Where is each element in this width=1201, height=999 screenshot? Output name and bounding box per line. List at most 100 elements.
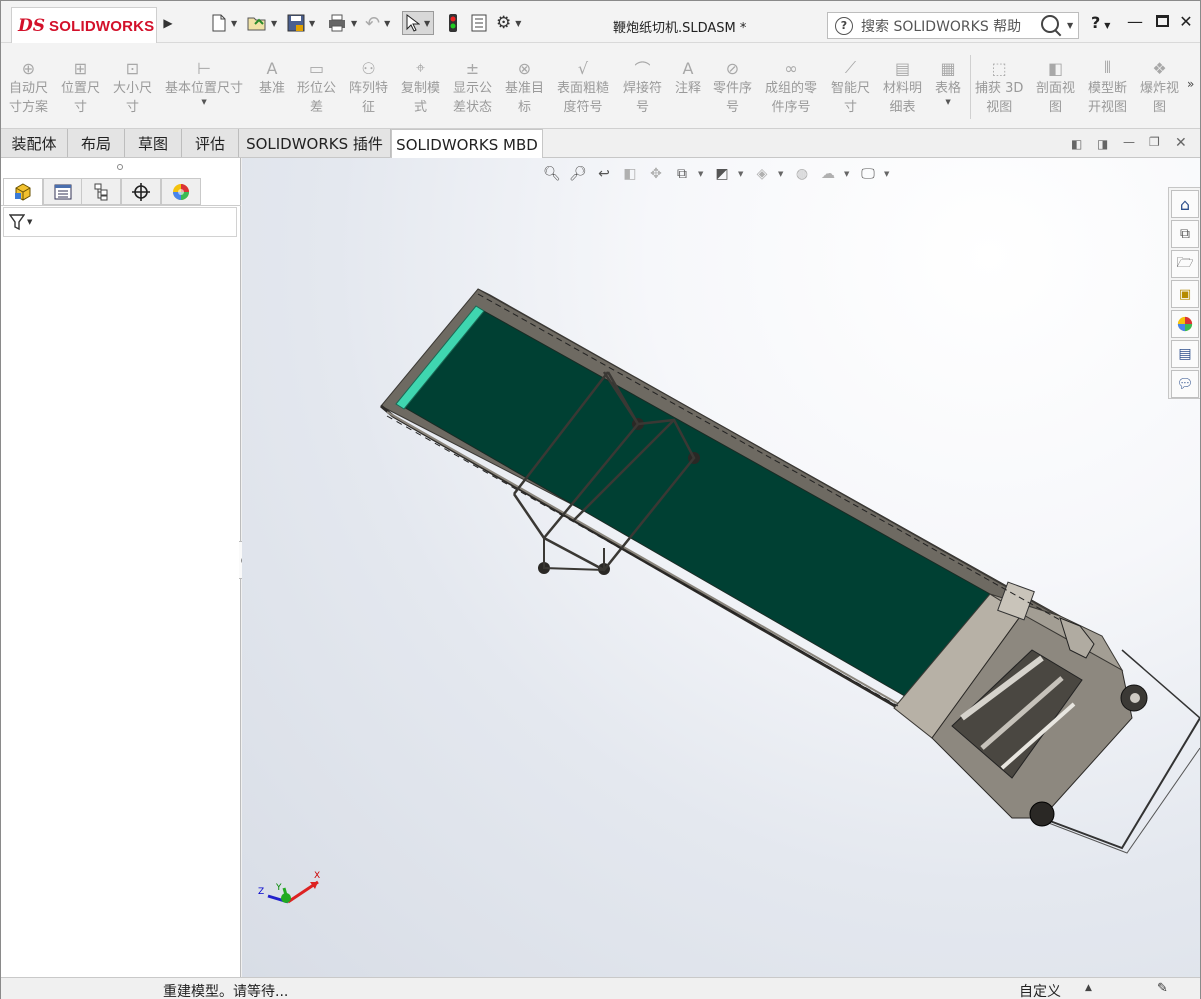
undo-icon: ↶ xyxy=(365,12,381,34)
select-button[interactable]: ▼ xyxy=(402,11,435,35)
ribbon-label: 材料明 细表 xyxy=(883,81,923,115)
location-dimension-button[interactable]: ⊞ 位置尺 寸 xyxy=(61,57,100,117)
panel-collapse-handle[interactable] xyxy=(117,164,123,170)
coordinate-triad: X Z Y xyxy=(258,871,320,904)
ribbon-label: 零件序 号 xyxy=(713,81,753,115)
search-icon[interactable] xyxy=(1039,13,1065,39)
display-manager-tab[interactable] xyxy=(161,178,201,205)
solidworks-resources-tab[interactable]: ⌂ xyxy=(1171,190,1199,218)
doc-restore-icon[interactable]: ❐ xyxy=(1149,135,1160,149)
search-dropdown-icon[interactable]: ▼ xyxy=(1067,21,1073,30)
capture-3d-view-icon: ⬚ xyxy=(991,58,1007,78)
design-library-tab[interactable]: ⧉ xyxy=(1171,220,1199,248)
capture-3d-view-button[interactable]: ⬚ 捕获 3D 视图 xyxy=(975,57,1023,117)
configuration-manager-tab[interactable] xyxy=(81,178,121,205)
help-menu-button[interactable]: ? ▼ xyxy=(1091,13,1110,32)
surface-finish-button[interactable]: √ 表面粗糙 度符号 xyxy=(557,57,609,117)
unit-system-selector[interactable]: 自定义 xyxy=(1019,981,1061,999)
home-icon: ⌂ xyxy=(1179,194,1191,214)
quick-tips-icon[interactable]: ✎ xyxy=(1157,981,1168,996)
maximize-button[interactable] xyxy=(1152,11,1172,31)
tab-assembly[interactable]: 装配体 xyxy=(1,129,68,157)
balloon-button[interactable]: ⊘ 零件序 号 xyxy=(713,57,752,117)
ds-logo-mark: DS xyxy=(18,16,46,36)
ribbon-overflow-icon[interactable]: » xyxy=(1187,77,1194,91)
doc-close-icon[interactable]: ✕ xyxy=(1175,135,1187,151)
pattern-feature-button[interactable]: ⚇ 阵列特 征 xyxy=(349,57,388,117)
feature-filter[interactable]: ▼ xyxy=(3,207,237,237)
note-icon: A xyxy=(682,58,694,78)
geometric-tolerance-icon: ▭ xyxy=(308,58,325,78)
solidworks-window: DS SOLIDWORKS ▶ ▼ ▼ ▼ ▼ ↶ ▼ ▼ ⚙ ▼ 鞭炮纸切机.… xyxy=(0,0,1201,999)
geometric-tolerance-button[interactable]: ▭ 形位公 差 xyxy=(297,57,336,117)
note-button[interactable]: A 注释 xyxy=(675,57,701,98)
bom-button[interactable]: ▤ 材料明 细表 xyxy=(883,57,922,117)
location-dimension-icon: ⊞ xyxy=(73,58,88,78)
doc-minimize-icon[interactable]: — xyxy=(1123,135,1135,149)
ribbon-label: 位置尺 寸 xyxy=(61,81,101,115)
file-properties-button[interactable] xyxy=(471,13,487,33)
view-palette-tab[interactable]: ▣ xyxy=(1171,280,1199,308)
auto-dimension-button[interactable]: ⊕ 自动尺 寸方案 xyxy=(9,57,48,117)
ribbon-label: 智能尺 寸 xyxy=(831,81,871,115)
rebuild-button[interactable] xyxy=(448,13,458,33)
stacked-balloon-button[interactable]: ∞ 成组的零 件序号 xyxy=(765,57,817,117)
appearance-sphere-icon xyxy=(1177,316,1193,332)
datum-button[interactable]: A 基准 xyxy=(259,57,285,98)
save-button[interactable]: ▼ xyxy=(287,13,315,33)
tab-layout[interactable]: 布局 xyxy=(68,129,125,157)
close-button[interactable]: ✕ xyxy=(1176,11,1196,31)
menu-expand-icon[interactable]: ▶ xyxy=(161,14,175,32)
pattern-feature-icon: ⚇ xyxy=(361,58,376,78)
chevron-up-icon[interactable]: ▲ xyxy=(1085,983,1092,993)
new-document-button[interactable]: ▼ xyxy=(211,13,237,33)
smart-dimension-button[interactable]: ⟋ 智能尺 寸 xyxy=(831,57,870,117)
feature-manager-panel: › ▼ xyxy=(1,158,241,977)
gear-icon: ⚙ xyxy=(496,13,512,33)
ribbon-label: 表面粗糙 度符号 xyxy=(557,81,610,115)
model-break-view-button[interactable]: ⫴ 模型断 开视图 xyxy=(1088,57,1127,117)
tile-left-icon[interactable]: ◧ xyxy=(1071,137,1082,151)
options-button[interactable]: ⚙ ▼ xyxy=(496,13,521,33)
tile-right-icon[interactable]: ◨ xyxy=(1097,137,1108,151)
custom-properties-tab[interactable]: ▤ xyxy=(1171,340,1199,368)
ribbon-separator xyxy=(970,55,971,119)
size-dimension-button[interactable]: ⊡ 大小尺 寸 xyxy=(113,57,152,117)
status-bar: 重建模型。请等待... 自定义 ▲ ✎ xyxy=(1,977,1200,999)
chevron-down-icon: ▼ xyxy=(27,218,33,226)
tab-sketch[interactable]: 草图 xyxy=(125,129,182,157)
weld-symbol-icon: ⌒ xyxy=(634,60,651,79)
exploded-view-button[interactable]: ❖ 爆炸视 图 xyxy=(1140,57,1179,117)
brand-name: SOLIDWORKS xyxy=(49,17,155,35)
show-tolerance-status-button[interactable]: ± 显示公 差状态 xyxy=(453,57,492,117)
appearances-tab[interactable] xyxy=(1171,310,1199,338)
surface-finish-icon: √ xyxy=(577,58,589,78)
file-explorer-tab[interactable]: 🗁︎ xyxy=(1171,250,1199,278)
search-input[interactable]: 搜索 SOLIDWORKS 帮助 xyxy=(861,16,1037,36)
task-pane-tabs: ⌂ ⧉ 🗁︎ ▣ ▤ 💬︎ xyxy=(1168,187,1200,399)
assembly-model[interactable] xyxy=(242,158,1200,977)
forum-tab[interactable]: 💬︎ xyxy=(1171,370,1199,398)
datum-target-button[interactable]: ⊗ 基准目 标 xyxy=(505,57,544,117)
open-button[interactable]: ▼ xyxy=(247,13,277,33)
section-view-button[interactable]: ◧ 剖面视 图 xyxy=(1036,57,1075,117)
weld-symbol-button[interactable]: ⌒ 焊接符 号 xyxy=(623,57,662,117)
print-button[interactable]: ▼ xyxy=(327,13,357,33)
minimize-button[interactable]: — xyxy=(1125,11,1145,31)
graphics-viewport[interactable]: 🔍︎ 🔎︎ ↩ ◧ ✥ ⧉ ▼ ◩ ▼ ◈ ▼ ◍ ☁ ▼ 🖵︎ ▼ X Z Y xyxy=(242,158,1200,977)
dimxpert-manager-tab[interactable] xyxy=(121,178,161,205)
table-button[interactable]: ▦ 表格 ▼ xyxy=(935,57,961,107)
help-search-box[interactable]: ? 搜索 SOLIDWORKS 帮助 ▼ xyxy=(827,12,1079,39)
solidworks-logo[interactable]: DS SOLIDWORKS xyxy=(11,7,157,45)
feature-manager-tab[interactable] xyxy=(3,178,43,205)
tab-solidworks-addins[interactable]: SOLIDWORKS 插件 xyxy=(239,129,391,157)
tab-evaluate[interactable]: 评估 xyxy=(182,129,239,157)
title-bar: DS SOLIDWORKS ▶ ▼ ▼ ▼ ▼ ↶ ▼ ▼ ⚙ ▼ 鞭炮纸切机.… xyxy=(1,1,1200,45)
tab-solidworks-mbd[interactable]: SOLIDWORKS MBD xyxy=(391,129,543,159)
property-manager-tab[interactable] xyxy=(43,178,83,205)
undo-button[interactable]: ↶ ▼ xyxy=(365,12,390,34)
exploded-view-icon: ❖ xyxy=(1152,58,1167,78)
basic-location-dimension-button[interactable]: ⊢ 基本位置尺寸 ▼ xyxy=(165,57,243,107)
save-icon xyxy=(287,14,305,32)
copy-scheme-button[interactable]: ⌖ 复制模 式 xyxy=(401,57,440,117)
